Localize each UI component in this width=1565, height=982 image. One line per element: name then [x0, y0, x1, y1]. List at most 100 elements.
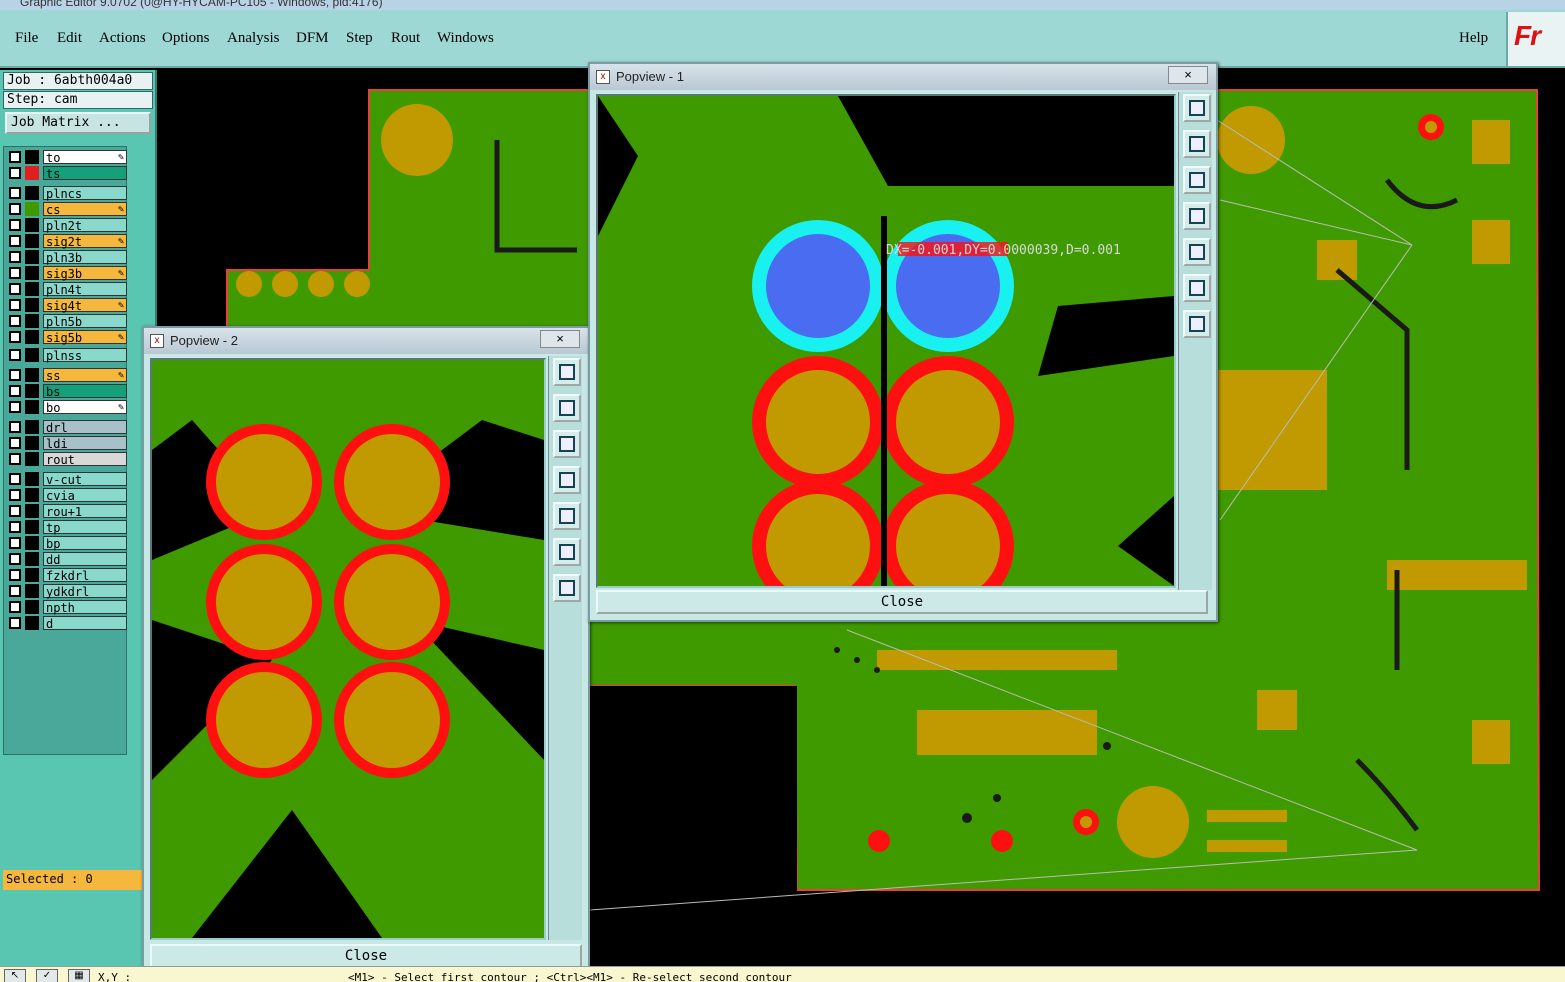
- layer-color-swatch[interactable]: [25, 600, 39, 614]
- grid-tool-icon[interactable]: ▦: [68, 969, 90, 982]
- check-tool-icon[interactable]: ✓: [36, 969, 58, 982]
- layer-name[interactable]: bo ✎: [43, 400, 127, 415]
- layer-color-swatch[interactable]: [25, 150, 39, 164]
- layer-row[interactable]: bp: [8, 536, 127, 551]
- layer-checkbox[interactable]: [9, 553, 21, 565]
- layer-checkbox[interactable]: [9, 151, 21, 163]
- layer-color-swatch[interactable]: [25, 568, 39, 582]
- layer-row[interactable]: ldi: [8, 436, 127, 451]
- layer-color-swatch[interactable]: [25, 368, 39, 382]
- pan-down-icon[interactable]: [1183, 166, 1211, 194]
- pan-right-icon[interactable]: [553, 502, 581, 530]
- layer-name[interactable]: sig2t ✎: [43, 234, 127, 249]
- layer-name[interactable]: d: [43, 616, 127, 631]
- layer-name[interactable]: ts: [43, 166, 127, 181]
- menu-file[interactable]: File: [15, 30, 38, 47]
- menu-windows[interactable]: Windows: [437, 30, 494, 47]
- layer-color-swatch[interactable]: [25, 330, 39, 344]
- layer-checkbox[interactable]: [9, 489, 21, 501]
- layer-checkbox[interactable]: [9, 369, 21, 381]
- layer-checkbox[interactable]: [9, 187, 21, 199]
- layer-row[interactable]: to ✎: [8, 150, 127, 165]
- layer-name[interactable]: plnss: [43, 348, 127, 363]
- menu-analysis[interactable]: Analysis: [227, 30, 280, 47]
- layer-checkbox[interactable]: [9, 283, 21, 295]
- layer-color-swatch[interactable]: [25, 266, 39, 280]
- layer-color-swatch[interactable]: [25, 202, 39, 216]
- layer-row[interactable]: d: [8, 616, 127, 631]
- layer-checkbox[interactable]: [9, 331, 21, 343]
- layer-row[interactable]: v-cut: [8, 472, 127, 487]
- layer-name[interactable]: to ✎: [43, 150, 127, 165]
- zoom-in-icon[interactable]: [553, 538, 581, 566]
- layer-row[interactable]: pln3b: [8, 250, 127, 265]
- job-matrix-button[interactable]: Job Matrix ...: [5, 112, 151, 134]
- pan-up-icon[interactable]: [553, 394, 581, 422]
- layer-row[interactable]: drl: [8, 420, 127, 435]
- layer-name[interactable]: ydkdrl: [43, 584, 127, 599]
- layer-row[interactable]: plnss: [8, 348, 127, 363]
- popview-1-close-button[interactable]: Close: [596, 590, 1208, 614]
- pan-down-icon[interactable]: [553, 430, 581, 458]
- layer-name[interactable]: plncs: [43, 186, 127, 201]
- layer-color-swatch[interactable]: [25, 520, 39, 534]
- zoom-fit-icon[interactable]: [1183, 94, 1211, 122]
- layer-color-swatch[interactable]: [25, 488, 39, 502]
- pan-left-icon[interactable]: [553, 466, 581, 494]
- layer-checkbox[interactable]: [9, 585, 21, 597]
- layer-color-swatch[interactable]: [25, 536, 39, 550]
- layer-color-swatch[interactable]: [25, 234, 39, 248]
- layer-checkbox[interactable]: [9, 401, 21, 413]
- layer-name[interactable]: pln4t: [43, 282, 127, 297]
- layer-row[interactable]: sig2t ✎: [8, 234, 127, 249]
- layer-row[interactable]: dd: [8, 552, 127, 567]
- layer-color-swatch[interactable]: [25, 166, 39, 180]
- layer-row[interactable]: cs ✎: [8, 202, 127, 217]
- layer-name[interactable]: drl: [43, 420, 127, 435]
- zoom-fit-icon[interactable]: [553, 358, 581, 386]
- layer-row[interactable]: pln2t: [8, 218, 127, 233]
- layer-row[interactable]: ts: [8, 166, 127, 181]
- layer-name[interactable]: pln3b: [43, 250, 127, 265]
- layer-color-swatch[interactable]: [25, 400, 39, 414]
- layer-row[interactable]: bo ✎: [8, 400, 127, 415]
- layer-color-swatch[interactable]: [25, 504, 39, 518]
- layer-color-swatch[interactable]: [25, 384, 39, 398]
- layer-color-swatch[interactable]: [25, 420, 39, 434]
- layer-color-swatch[interactable]: [25, 436, 39, 450]
- layer-row[interactable]: sig3b ✎: [8, 266, 127, 281]
- layer-color-swatch[interactable]: [25, 584, 39, 598]
- layer-color-swatch[interactable]: [25, 314, 39, 328]
- layer-name[interactable]: sig4t ✎: [43, 298, 127, 313]
- layer-name[interactable]: bs: [43, 384, 127, 399]
- zoom-in-icon[interactable]: [1183, 274, 1211, 302]
- layer-name[interactable]: cvia: [43, 488, 127, 503]
- pan-up-icon[interactable]: [1183, 130, 1211, 158]
- layer-color-swatch[interactable]: [25, 452, 39, 466]
- layer-name[interactable]: fzkdrl: [43, 568, 127, 583]
- layer-row[interactable]: sig5b ✎: [8, 330, 127, 345]
- layer-checkbox[interactable]: [9, 437, 21, 449]
- popview-2-title-bar[interactable]: x Popview - 2: [144, 328, 588, 354]
- layer-color-swatch[interactable]: [25, 348, 39, 362]
- layer-checkbox[interactable]: [9, 537, 21, 549]
- layer-name[interactable]: pln5b: [43, 314, 127, 329]
- layer-row[interactable]: plncs: [8, 186, 127, 201]
- layer-row[interactable]: rout: [8, 452, 127, 467]
- layer-checkbox[interactable]: [9, 473, 21, 485]
- layer-checkbox[interactable]: [9, 601, 21, 613]
- layer-name[interactable]: rou+1: [43, 504, 127, 519]
- layer-color-swatch[interactable]: [25, 472, 39, 486]
- layer-color-swatch[interactable]: [25, 250, 39, 264]
- layer-row[interactable]: rou+1: [8, 504, 127, 519]
- layer-row[interactable]: npth: [8, 600, 127, 615]
- select-tool-icon[interactable]: ↖: [4, 969, 26, 982]
- popview-2-close-button[interactable]: Close: [150, 944, 582, 968]
- layer-row[interactable]: fzkdrl: [8, 568, 127, 583]
- layer-name[interactable]: rout: [43, 452, 127, 467]
- layer-color-swatch[interactable]: [25, 186, 39, 200]
- layer-color-swatch[interactable]: [25, 218, 39, 232]
- layer-checkbox[interactable]: [9, 235, 21, 247]
- layer-row[interactable]: sig4t ✎: [8, 298, 127, 313]
- menu-dfm[interactable]: DFM: [296, 30, 329, 47]
